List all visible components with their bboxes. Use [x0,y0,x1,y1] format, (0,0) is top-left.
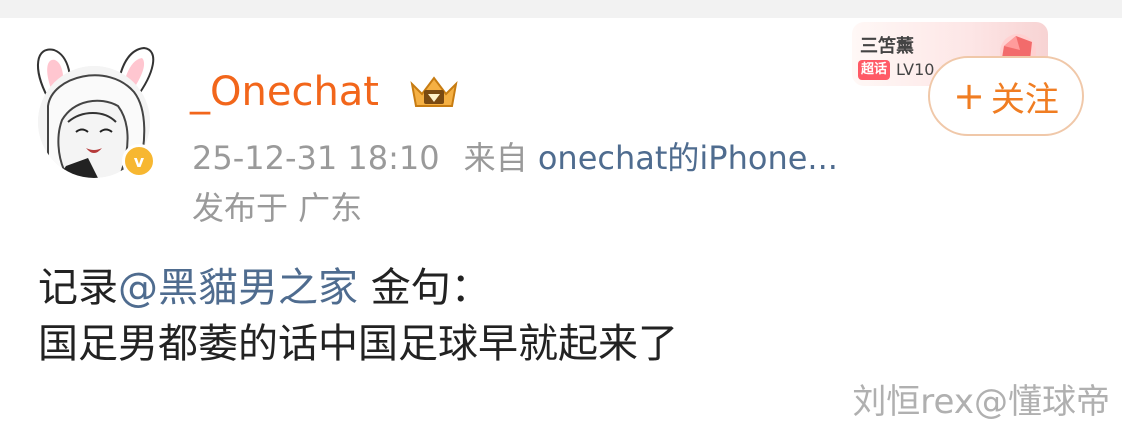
fan-badge-tag: 超话 [858,60,891,80]
post-text-prefix: 记录 [38,265,118,311]
mention-link[interactable]: @黑貓男之家 [118,265,358,311]
follow-label: 关注 [990,79,1059,120]
post-content: 记录@黑貓男之家 金句： 国足男都萎的话中国足球早就起来了 [38,260,678,372]
watermark: 刘恒rex@懂球帝 [852,382,1110,422]
post-meta: 25-12-31 18:10 来自 onechat的iPhone... [192,138,838,178]
source-prefix: 来自 [463,139,528,177]
post-line-2: 国足男都萎的话中国足球早就起来了 [38,321,678,367]
follow-button[interactable]: + 关注 [928,56,1084,136]
fan-badge-title: 三笘薰 [860,36,914,57]
fan-badge-level: LV10 [896,60,935,79]
post-text-suffix: 金句： [358,265,491,311]
source-link[interactable]: onechat的iPhone... [538,139,838,177]
post-timestamp: 25-12-31 18:10 [192,139,440,177]
username[interactable]: _Onechat [190,68,379,116]
top-band [0,0,1122,18]
post-location: 发布于 广东 [192,189,363,227]
verified-badge-icon: v [122,144,156,178]
plus-icon: + [953,74,985,118]
avatar[interactable]: v [26,40,166,180]
post-line-1: 记录@黑貓男之家 金句： [38,260,678,316]
vip-crown-icon [410,76,458,107]
